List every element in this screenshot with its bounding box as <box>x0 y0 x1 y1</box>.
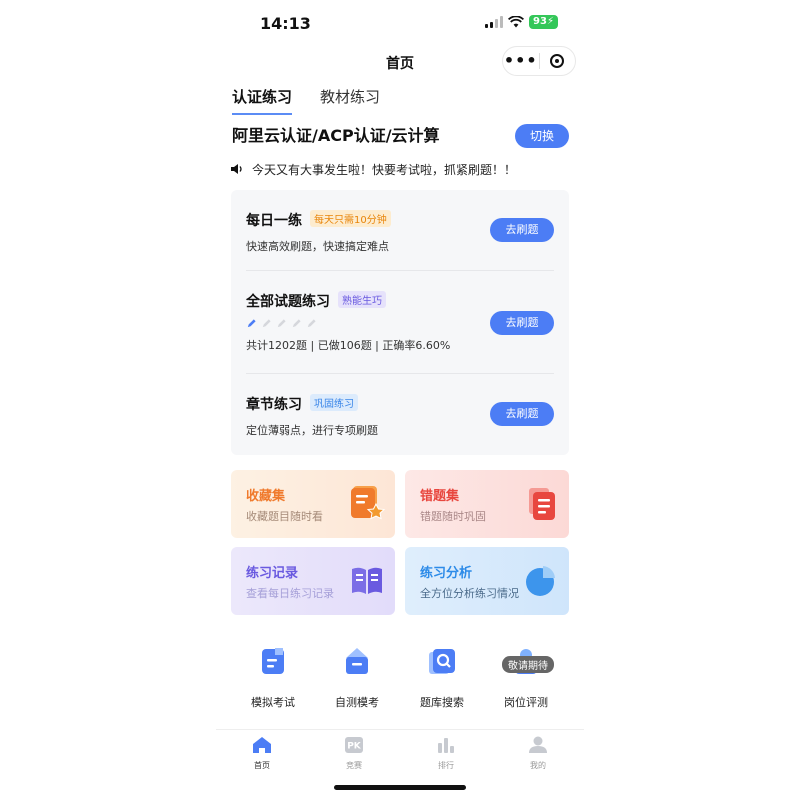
battery-indicator: 93⚡ <box>529 15 558 29</box>
home-icon <box>253 737 271 753</box>
pencil-icon <box>307 319 316 328</box>
practice-stats: 共计1202题 | 已做106题 | 正确率6.60% <box>246 339 451 352</box>
pie-chart-icon <box>526 566 555 596</box>
tab-cert-practice[interactable]: 认证练习 <box>232 86 293 115</box>
tool-label: 岗位评测 <box>504 696 548 709</box>
favorites-tile[interactable]: 收藏集 收藏题目随时看 <box>231 470 395 538</box>
notice-text: 今天又有大事发生啦！快要考试啦，抓紧刷题！！ <box>252 162 517 177</box>
ranking-bars-icon <box>438 738 454 753</box>
favorites-star-doc-icon <box>351 486 385 520</box>
svg-text:PK: PK <box>347 742 362 752</box>
battery-level: 93 <box>533 16 547 27</box>
search-bank-icon <box>429 649 455 674</box>
tool-label: 题库搜索 <box>420 696 464 709</box>
phone-screen: 14:13 93⚡ 首页 ••• 认证练习 教材练习 阿里云认证/ACP认证/云… <box>216 0 584 800</box>
tile-desc: 全方位分析练习情况 <box>420 587 519 600</box>
practice-tag: 每天只需10分钟 <box>310 210 391 227</box>
practice-title: 章节练习 <box>246 397 302 413</box>
mock-exam-tool[interactable]: 模拟考试 <box>233 646 313 710</box>
divider <box>246 373 554 374</box>
exam-doc-icon <box>262 648 284 674</box>
tabbar-ranking[interactable]: 排行 <box>416 736 476 771</box>
tool-label: 模拟考试 <box>251 696 295 709</box>
tile-desc: 查看每日练习记录 <box>246 587 334 600</box>
tabbar-label: 竞赛 <box>346 761 362 770</box>
practice-analysis-tile[interactable]: 练习分析 全方位分析练习情况 <box>405 547 569 615</box>
pencil-icon <box>277 319 286 328</box>
tab-textbook-practice[interactable]: 教材练习 <box>320 86 380 115</box>
pencil-icon <box>262 319 271 328</box>
practice-card: 每日一练 每天只需10分钟 快速高效刷题，快速搞定难点 去刷题 全部试题练习 熟能生… <box>231 190 569 455</box>
wrong-questions-tile[interactable]: 错题集 错题随时巩固 <box>405 470 569 538</box>
self-test-tool[interactable]: 自测模考 <box>317 646 397 710</box>
question-search-tool[interactable]: 题库搜索 <box>402 646 482 710</box>
tabbar-label: 我的 <box>530 761 546 770</box>
practice-tag: 熟能生巧 <box>338 291 386 308</box>
daily-practice-go-button[interactable]: 去刷题 <box>490 218 554 242</box>
cert-name: 阿里云认证/ACP认证/云计算 <box>232 126 440 145</box>
practice-records-tile[interactable]: 练习记录 查看每日练习记录 <box>231 547 395 615</box>
signal-icon <box>485 16 504 28</box>
all-questions-go-button[interactable]: 去刷题 <box>490 311 554 335</box>
switch-button[interactable]: 切换 <box>515 124 569 148</box>
tabbar-competition[interactable]: PK 竞赛 <box>324 736 384 771</box>
notice-bar: 今天又有大事发生啦！快要考试啦，抓紧刷题！！ <box>230 160 570 178</box>
speaker-icon <box>231 164 242 174</box>
target-icon <box>550 54 565 68</box>
mini-program-capsule: ••• <box>502 46 576 76</box>
cert-row: 阿里云认证/ACP认证/云计算 切换 <box>232 124 569 148</box>
bottom-tab-bar: 首页 PK 竞赛 排行 我的 <box>216 729 584 773</box>
tabbar-home[interactable]: 首页 <box>232 736 292 771</box>
close-program-button[interactable] <box>540 47 576 75</box>
tile-title: 练习分析 <box>420 566 473 581</box>
tool-label: 自测模考 <box>335 696 379 709</box>
nav-bar: 首页 ••• <box>216 46 584 78</box>
open-book-icon <box>352 567 382 594</box>
user-icon <box>529 736 547 753</box>
status-icons: 93⚡ <box>485 15 558 29</box>
divider <box>246 270 554 271</box>
tabbar-label: 首页 <box>254 761 270 770</box>
tabbar-label: 排行 <box>438 761 454 770</box>
pencil-icon <box>247 319 256 328</box>
more-dots-icon: ••• <box>503 51 538 70</box>
practice-title: 全部试题练习 <box>246 294 330 310</box>
tile-title: 练习记录 <box>246 566 299 581</box>
pk-icon: PK <box>345 737 363 753</box>
more-menu-button[interactable]: ••• <box>503 47 539 75</box>
practice-tag: 巩固练习 <box>310 394 358 411</box>
tile-title: 错题集 <box>420 489 460 504</box>
wrong-doc-icon <box>529 488 555 520</box>
practice-title: 每日一练 <box>246 213 302 229</box>
pencil-icon <box>292 319 301 328</box>
chapter-practice-row: 章节练习 巩固练习 定位薄弱点，进行专项刷题 去刷题 <box>246 394 554 438</box>
practice-tabs: 认证练习 教材练习 <box>232 86 380 115</box>
daily-practice-row: 每日一练 每天只需10分钟 快速高效刷题，快速搞定难点 去刷题 <box>246 210 554 254</box>
self-test-icon <box>346 648 368 674</box>
wifi-icon <box>508 16 525 28</box>
all-questions-row: 全部试题练习 熟能生巧 共计1202题 | 已做106题 | 正确率6.60% 去… <box>246 291 554 353</box>
coming-soon-badge: 敬请期待 <box>502 656 554 673</box>
tile-desc: 收藏题目随时看 <box>246 510 323 523</box>
status-bar: 14:13 93⚡ <box>216 0 584 46</box>
tile-title: 收藏集 <box>246 489 286 504</box>
chapter-practice-go-button[interactable]: 去刷题 <box>490 402 554 426</box>
home-indicator <box>334 785 466 790</box>
tile-desc: 错题随时巩固 <box>420 510 486 523</box>
status-time: 14:13 <box>260 14 311 33</box>
tabbar-mine[interactable]: 我的 <box>508 736 568 771</box>
